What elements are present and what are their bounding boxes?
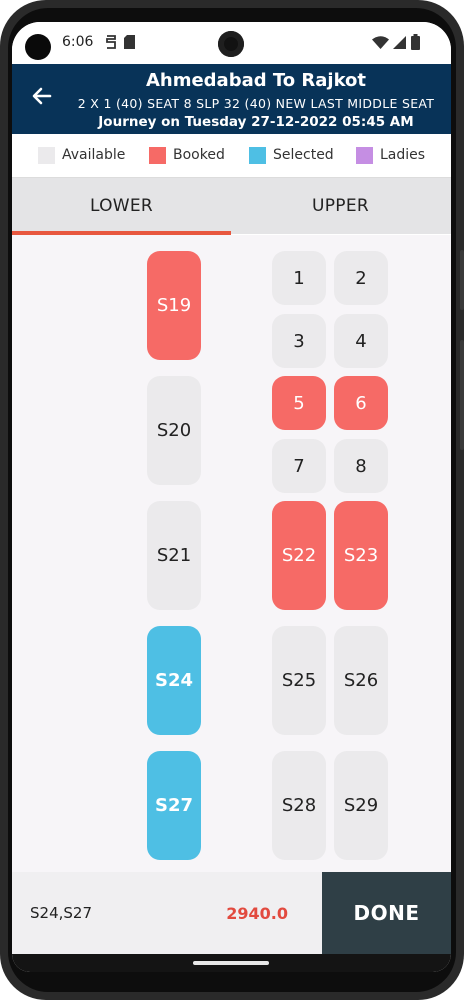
legend-swatch (149, 146, 166, 164)
legend-label: Available (62, 147, 126, 163)
seat-7[interactable]: 7 (272, 439, 326, 493)
done-button[interactable]: DONE (322, 872, 451, 954)
seat-5[interactable]: 5 (272, 376, 326, 430)
back-arrow-icon[interactable] (30, 84, 54, 108)
signal-icon (393, 36, 406, 49)
tab-lower[interactable]: LOWER (12, 178, 231, 234)
seat-s27[interactable]: S27 (147, 751, 201, 860)
journey-date: Journey on Tuesday 27-12-2022 05:45 AM (98, 114, 414, 130)
status-time: 6:06 (62, 34, 94, 50)
seat-legend: Available Booked Selected Ladies (12, 134, 451, 178)
route-title: Ahmedabad To Rajkot (145, 70, 367, 91)
seat-1[interactable]: 1 (272, 251, 326, 305)
selected-seats-text: S24,S27 (30, 904, 92, 922)
seat-s23[interactable]: S23 (334, 501, 388, 610)
legend-selected: Selected (249, 146, 334, 164)
seat-s24[interactable]: S24 (147, 626, 201, 735)
legend-label: Ladies (380, 147, 426, 163)
seat-s28[interactable]: S28 (272, 751, 326, 860)
phone-frame: 6:06 Ahmedabad To Rajkot 2 X 1 (40) SEAT… (0, 0, 464, 1000)
seat-3[interactable]: 3 (272, 314, 326, 368)
camera-dot (25, 34, 51, 60)
wifi-icon (372, 36, 389, 49)
legend-booked: Booked (149, 146, 225, 164)
seat-8[interactable]: 8 (334, 439, 388, 493)
deck-tabs: LOWER UPPER (12, 178, 451, 234)
legend-label: Selected (273, 147, 334, 163)
seat-s22[interactable]: S22 (272, 501, 326, 610)
seat-4[interactable]: 4 (334, 314, 388, 368)
seat-2[interactable]: 2 (334, 251, 388, 305)
legend-available: Available (38, 146, 125, 164)
seat-s29[interactable]: S29 (334, 751, 388, 860)
seat-layout: S19 S20 S21 S24 S27 1 2 3 4 5 6 7 8 S22 … (12, 235, 451, 872)
bus-type-subtitle: 2 X 1 (40) SEAT 8 SLP 32 (40) NEW LAST M… (77, 96, 435, 111)
seat-6[interactable]: 6 (334, 376, 388, 430)
legend-swatch (249, 146, 266, 164)
sim-icon (106, 35, 116, 49)
legend-swatch (38, 146, 55, 164)
total-fare: 2940.0 (226, 903, 288, 923)
tab-upper[interactable]: UPPER (231, 178, 450, 234)
seat-s25[interactable]: S25 (272, 626, 326, 735)
app-header: Ahmedabad To Rajkot 2 X 1 (40) SEAT 8 SL… (12, 64, 451, 134)
volume-button (460, 340, 464, 450)
home-indicator[interactable] (193, 961, 269, 965)
legend-swatch (356, 146, 373, 164)
legend-label: Booked (173, 147, 225, 163)
seat-s21[interactable]: S21 (147, 501, 201, 610)
legend-ladies: Ladies (356, 146, 425, 164)
seat-s26[interactable]: S26 (334, 626, 388, 735)
status-bar: 6:06 (12, 22, 451, 64)
screen: 6:06 Ahmedabad To Rajkot 2 X 1 (40) SEAT… (12, 22, 451, 972)
system-nav-bar (12, 954, 451, 972)
seat-s19[interactable]: S19 (147, 251, 201, 360)
battery-icon (411, 34, 420, 50)
power-button (460, 250, 464, 310)
sd-card-icon (124, 35, 135, 49)
seat-s20[interactable]: S20 (147, 376, 201, 485)
front-camera (218, 31, 244, 57)
booking-summary-bar: S24,S27 2940.0 DONE (12, 872, 451, 954)
